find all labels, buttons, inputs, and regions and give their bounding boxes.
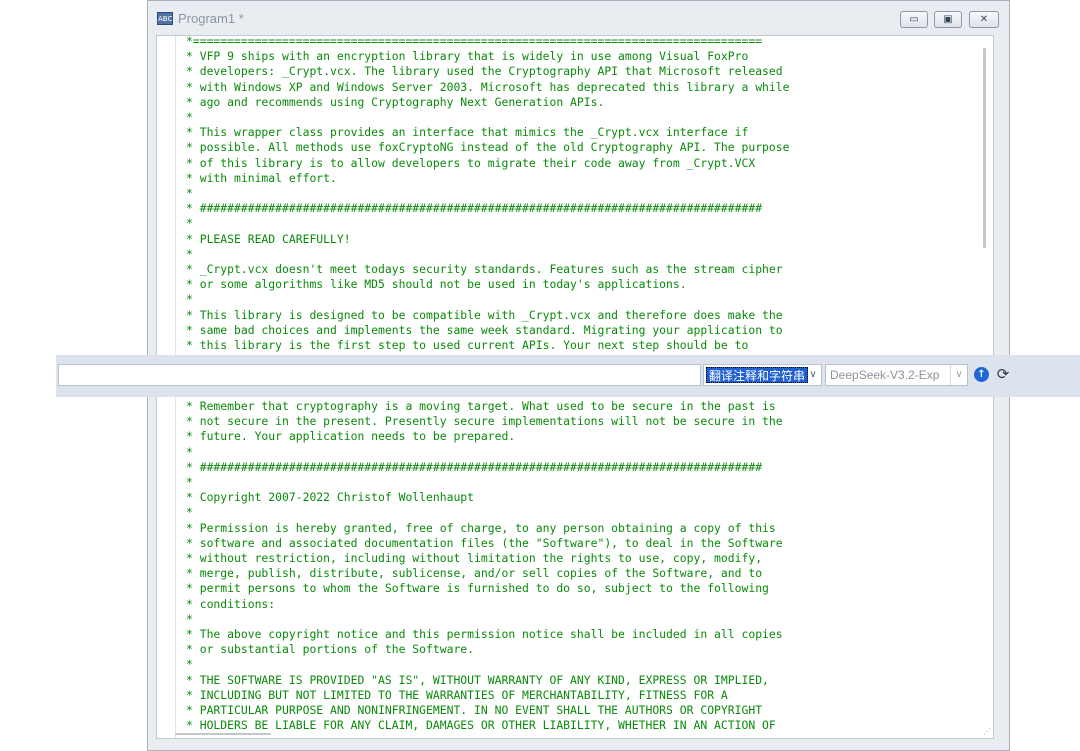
maximize-icon: ▣	[943, 14, 953, 25]
maximize-button[interactable]: ▣	[934, 11, 962, 28]
code-block-bottom[interactable]: * Remember that cryptography is a moving…	[186, 399, 783, 733]
window-title: Program1 *	[178, 11, 244, 26]
chevron-down-icon[interactable]: ∨	[950, 365, 967, 385]
chevron-down-icon[interactable]: ∨	[805, 365, 821, 385]
close-icon: ✕	[979, 14, 989, 25]
vertical-scroll-thumb[interactable]	[983, 48, 986, 248]
program-icon: ABC	[157, 12, 173, 25]
refresh-icon[interactable]: ⟳	[994, 364, 1012, 384]
translate-mode-value: 翻译注释和字符串	[706, 367, 809, 383]
arrow-up-icon[interactable]: ↑	[974, 367, 989, 382]
code-block-top[interactable]: *=======================================…	[186, 36, 789, 353]
minimize-icon: ▭	[909, 14, 919, 25]
title-bar[interactable]: ABC Program1 * ▭ ▣ ✕	[148, 1, 1009, 35]
translate-mode-dropdown[interactable]: 翻译注释和字符串 ∨	[703, 364, 822, 386]
model-value: DeepSeek-V3.2-Exp	[830, 368, 940, 382]
minimize-button[interactable]: ▭	[900, 11, 928, 28]
model-dropdown[interactable]: DeepSeek-V3.2-Exp ∨	[825, 364, 968, 386]
translate-toolbar: 翻译注释和字符串 ∨ DeepSeek-V3.2-Exp ∨ ↑ ⟳	[56, 355, 1080, 397]
resize-grip-icon[interactable]: ⋰	[983, 728, 991, 736]
horizontal-scroll-thumb[interactable]	[175, 733, 271, 735]
translate-input[interactable]	[58, 364, 701, 386]
close-button[interactable]: ✕	[969, 11, 999, 28]
